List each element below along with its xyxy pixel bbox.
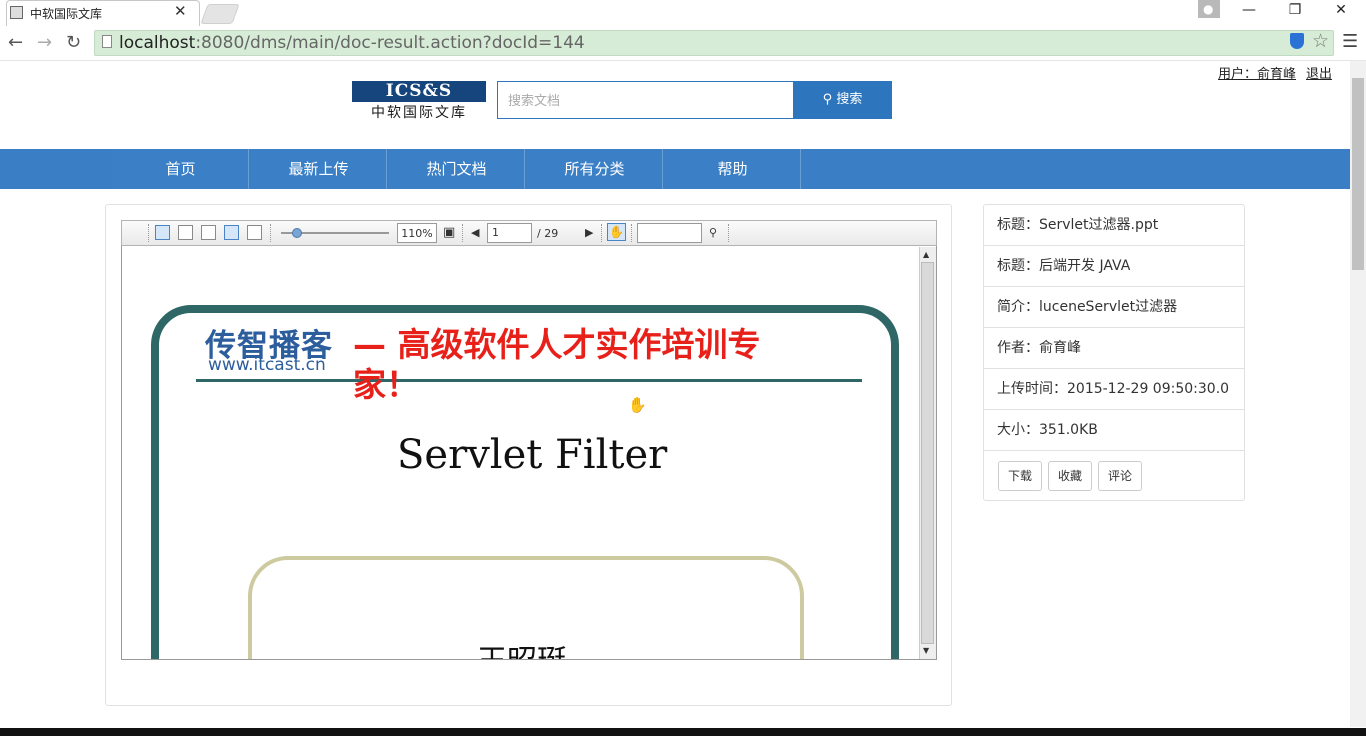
info-size: 大小：351.0KB xyxy=(983,410,1245,451)
nav-popular-docs[interactable]: 热门文档 xyxy=(389,149,525,189)
back-icon[interactable]: ← xyxy=(8,32,23,53)
user-link[interactable]: 用户：俞育峰 xyxy=(1218,63,1296,82)
favorite-button[interactable]: 收藏 xyxy=(1048,461,1093,491)
slide-logo-url: www.itcast.cn xyxy=(208,355,326,375)
page-icon xyxy=(102,35,112,48)
nav-all-categories[interactable]: 所有分类 xyxy=(527,149,663,189)
os-taskbar xyxy=(0,728,1366,736)
minimize-button[interactable]: — xyxy=(1234,2,1264,18)
info-summary: 简介：luceneServlet过滤器 xyxy=(983,287,1245,328)
toolbar-divider xyxy=(270,224,272,242)
info-category: 标题：后端开发 JAVA xyxy=(983,246,1245,287)
find-input[interactable] xyxy=(637,223,702,243)
nav-home[interactable]: 首页 xyxy=(113,149,249,189)
toolbar-divider xyxy=(462,224,464,242)
search-button-label: 搜索 xyxy=(836,92,863,107)
slide-author: 王昭珽 xyxy=(477,636,567,659)
toolbar-divider xyxy=(728,224,730,242)
shield-icon[interactable] xyxy=(1290,33,1304,49)
next-page-icon[interactable]: ▶ xyxy=(585,226,593,239)
fit-width-icon[interactable] xyxy=(224,225,239,240)
info-title: 标题：Servlet过滤器.ppt xyxy=(983,205,1245,246)
page-total: / 29 xyxy=(537,227,559,240)
bookmark-star-icon[interactable]: ☆ xyxy=(1312,30,1329,52)
document-canvas[interactable]: 传智播客 www.itcast.cn — 高级软件人才实作培训专家！ Servl… xyxy=(121,246,937,660)
page-scrollbar-thumb[interactable] xyxy=(1352,78,1364,270)
scroll-down-icon[interactable]: ▼ xyxy=(923,646,929,655)
search-icon: ⚲ xyxy=(822,92,837,107)
zoom-field[interactable]: 110% xyxy=(397,223,437,243)
single-page-icon[interactable] xyxy=(155,225,170,240)
restore-button[interactable]: ❐ xyxy=(1280,2,1310,18)
search-input[interactable] xyxy=(497,81,794,119)
info-upload-time: 上传时间：2015-12-29 09:50:30.0 xyxy=(983,369,1245,410)
toolbar-divider xyxy=(148,224,150,242)
nav-help[interactable]: 帮助 xyxy=(665,149,801,189)
site-logo[interactable]: ICS&S xyxy=(352,81,486,102)
pan-hand-icon[interactable]: ✋ xyxy=(607,223,626,241)
comment-button[interactable]: 评论 xyxy=(1098,461,1143,491)
nav-latest-uploads[interactable]: 最新上传 xyxy=(251,149,387,189)
page-number-field[interactable]: 1 xyxy=(487,223,532,243)
find-search-icon[interactable]: ⚲ xyxy=(709,226,717,239)
search-button[interactable]: ⚲ 搜索 xyxy=(793,81,892,119)
fit-height-icon[interactable] xyxy=(247,225,262,240)
info-author: 作者：俞育峰 xyxy=(983,328,1245,369)
url-path: :8080/dms/main/doc-result.action?docId=1… xyxy=(195,33,585,53)
two-page-icon[interactable] xyxy=(178,225,193,240)
hand-cursor-icon: ✋ xyxy=(628,396,647,414)
zoom-slider-handle[interactable] xyxy=(292,228,302,238)
scroll-up-icon[interactable]: ▲ xyxy=(923,250,929,259)
download-button[interactable]: 下载 xyxy=(998,461,1043,491)
toolbar-divider xyxy=(601,224,603,242)
favicon-icon xyxy=(10,6,23,19)
tab-close-icon[interactable]: ✕ xyxy=(174,2,187,20)
site-logo-caption: 中软国际文库 xyxy=(371,105,467,121)
reload-icon[interactable]: ↻ xyxy=(66,32,81,53)
forward-icon[interactable]: → xyxy=(37,32,52,53)
close-window-button[interactable]: ✕ xyxy=(1326,2,1356,18)
slide-title: Servlet Filter xyxy=(397,432,668,478)
prev-page-icon[interactable]: ◀ xyxy=(471,226,479,239)
tab-title: 中软国际文库 xyxy=(30,7,103,21)
url-host: localhost xyxy=(119,33,196,53)
logout-link[interactable]: 退出 xyxy=(1306,63,1332,82)
menu-icon[interactable]: ☰ xyxy=(1342,31,1358,52)
toolbar-divider xyxy=(631,224,633,242)
fullscreen-icon[interactable]: ▣ xyxy=(443,225,458,240)
document-scrollbar-thumb[interactable] xyxy=(921,262,934,644)
person-icon: ● xyxy=(1203,2,1214,16)
thumbnail-grid-icon[interactable] xyxy=(201,225,216,240)
url-text[interactable]: localhost:8080/dms/main/doc-result.actio… xyxy=(119,33,585,53)
slide-slogan: — 高级软件人才实作培训专家！ xyxy=(353,325,761,404)
